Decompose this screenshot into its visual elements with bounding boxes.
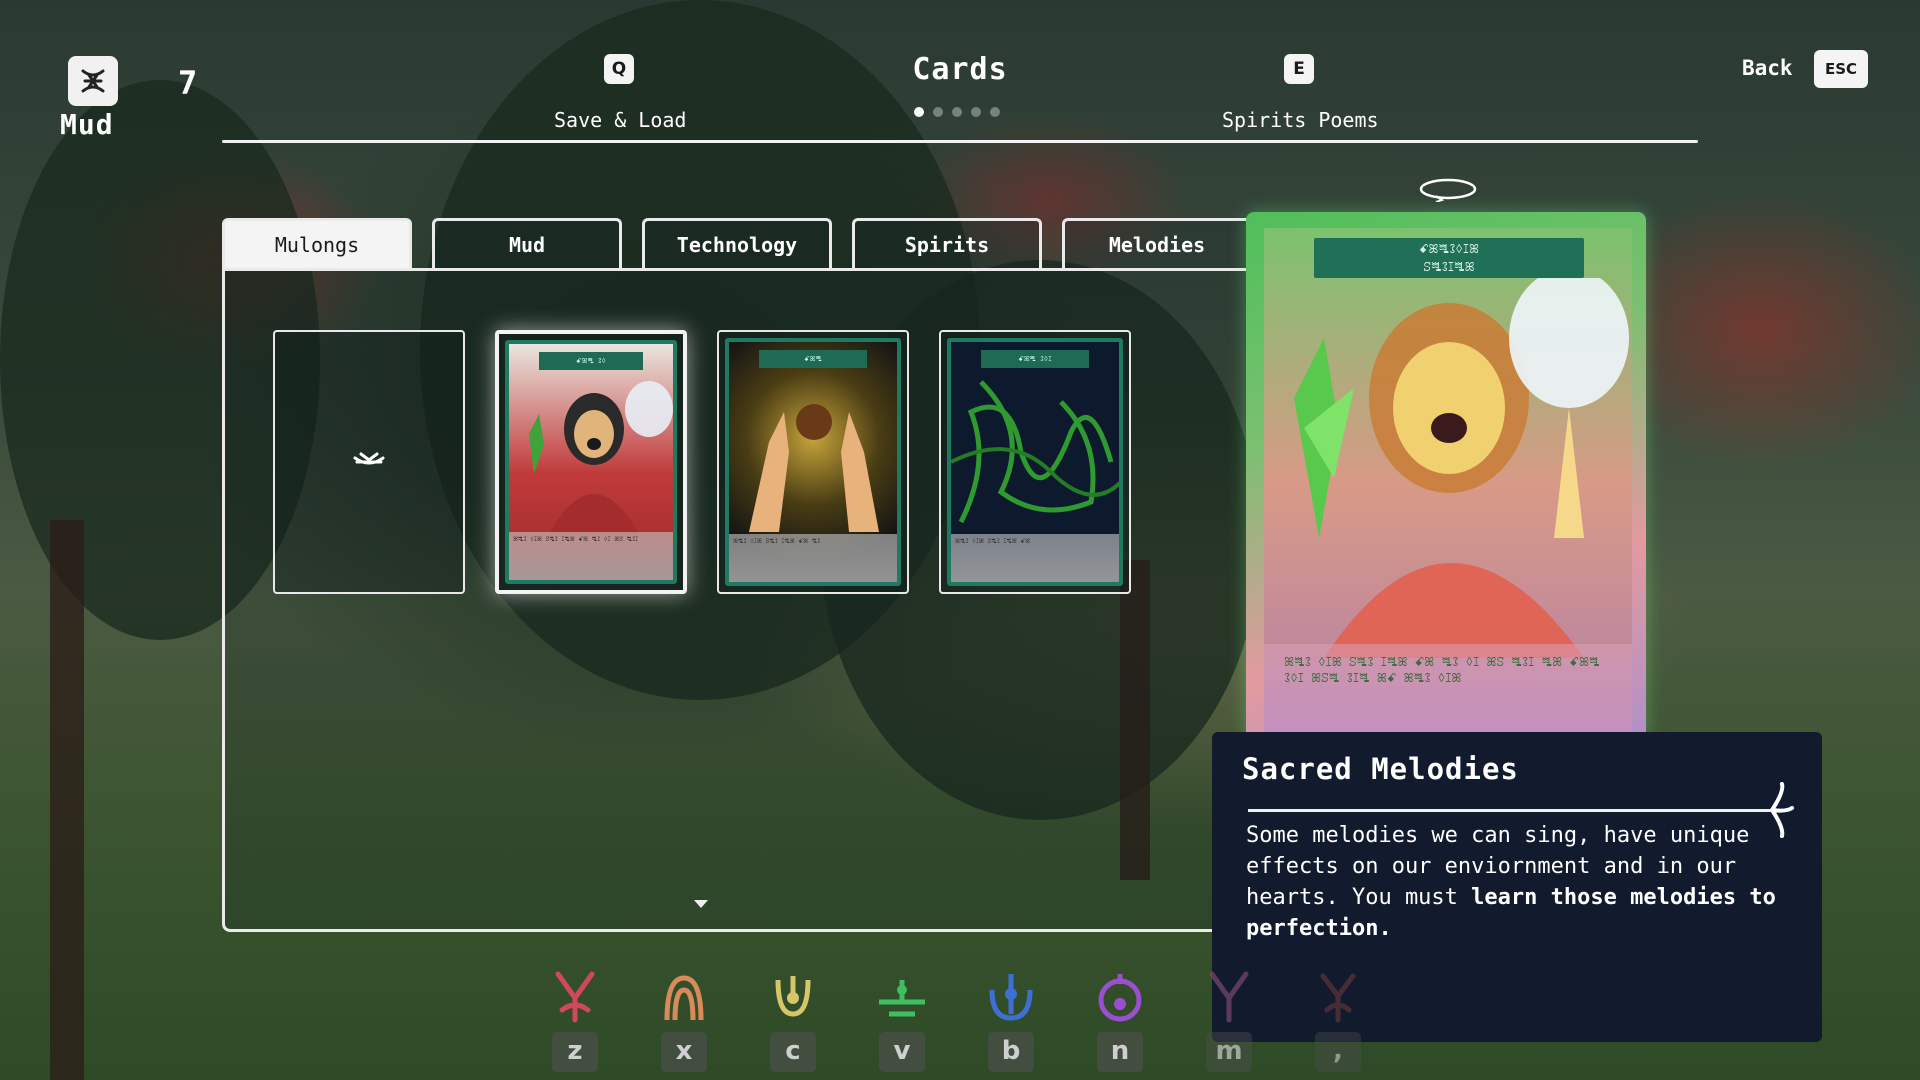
melody-m-icon bbox=[1209, 971, 1249, 1023]
card-rune-header: ꗃꕤꗀ ꕘꕺ bbox=[539, 352, 643, 370]
title-divider bbox=[1248, 809, 1788, 812]
page-dot bbox=[952, 107, 962, 117]
selected-card-preview: ꗃꕤꗀꕘꕺꕯꕤ ꕶꗀꕘꕯꗀꕤ ꕤꗀꕘ ꕺꕯꕤ ꕶꗀꕘ ꕯꗀꕤ ꗃꕤ ꗀꕘ ꕺꕯ ꕤ… bbox=[1246, 212, 1646, 740]
page-dot-active bbox=[914, 107, 924, 117]
mud-resource-label: Mud bbox=[60, 108, 114, 141]
key-e-badge[interactable]: E bbox=[1284, 54, 1314, 84]
page-title: Cards bbox=[912, 52, 1008, 87]
tab-spirits[interactable]: Spirits bbox=[852, 218, 1042, 268]
melody-b-icon bbox=[989, 974, 1033, 1021]
card-description: ꕤꗀꕘ ꕺꕯꕤ ꕶꗀꕘ ꕯꗀꕤ ꗃꕤ ꗀꕘ bbox=[729, 534, 897, 582]
rotate-card-icon[interactable] bbox=[1418, 176, 1478, 202]
tab-melodies[interactable]: Melodies bbox=[1062, 218, 1252, 268]
preview-rune-header: ꗃꕤꗀꕘꕺꕯꕤ ꕶꗀꕘꕯꗀꕤ bbox=[1314, 238, 1584, 278]
tab-mud[interactable]: Mud bbox=[432, 218, 622, 268]
mud-resource-count: 7 bbox=[178, 64, 198, 102]
card-description-panel: Sacred Melodies Some melodies we can sin… bbox=[1212, 732, 1822, 1042]
tab-technology[interactable]: Technology bbox=[642, 218, 832, 268]
card-rune-header: ꗃꕤꗀ ꕘꕺꕯ bbox=[981, 350, 1089, 368]
preview-rune-text: ꕤꗀꕘ ꕺꕯꕤ ꕶꗀꕘ ꕯꗀꕤ ꗃꕤ ꗀꕘ ꕺꕯ ꕤꕶ ꗀꕘꕯ ꗀꕤ ꗃꕤꗀ ꕘ… bbox=[1264, 644, 1632, 740]
hands-orb-illustration bbox=[749, 404, 879, 532]
hotkey-letter: c bbox=[770, 1032, 816, 1072]
card-art: ꗃꕤꗀ ꕘꕺ ꕤꗀꕘ ꕺꕯꕤ ꕶꗀꕘ ꕯꗀꕤ ꗃꕤ ꗀꕘ ꕺꕯ ꕤꕶ ꗀꕘꕯ bbox=[505, 340, 677, 584]
hotkey-letter: z bbox=[552, 1032, 598, 1072]
melody-c-icon bbox=[775, 976, 811, 1017]
hotkey-letter: m bbox=[1206, 1032, 1252, 1072]
page-dots bbox=[914, 107, 1000, 117]
card-description: ꕤꗀꕘ ꕺꕯꕤ ꕶꗀꕘ ꕯꗀꕤ ꗃꕤ ꗀꕘ ꕺꕯ ꕤꕶ ꗀꕘꕯ bbox=[509, 532, 673, 580]
card-description-text: Some melodies we can sing, have unique e… bbox=[1246, 820, 1806, 944]
card-slot-empty[interactable] bbox=[273, 330, 465, 594]
melody-hotkey-v[interactable]: v bbox=[877, 970, 927, 1072]
card-description: ꕤꗀꕘ ꕺꕯꕤ ꕶꗀꕘ ꕯꗀꕤ ꗃꕤ bbox=[951, 534, 1119, 582]
nav-spirits-poems[interactable]: Spirits Poems bbox=[1222, 108, 1379, 132]
page-dot bbox=[933, 107, 943, 117]
card-art: ꗃꕤꗀ ꕘꕺꕯ ꕤꗀꕘ ꕺꕯꕤ ꕶꗀꕘ ꕯꗀꕤ ꗃꕤ bbox=[947, 338, 1123, 586]
preview-singer-illustration bbox=[1294, 278, 1629, 658]
melody-n-icon bbox=[1098, 974, 1142, 1022]
card-singer[interactable]: ꗃꕤꗀ ꕘꕺ ꕤꗀꕘ ꕺꕯꕤ ꕶꗀꕘ ꕯꗀꕤ ꗃꕤ ꗀꕘ ꕺꕯ ꕤꕶ ꗀꕘꕯ bbox=[495, 330, 687, 594]
melody-v-icon bbox=[879, 980, 925, 1017]
card-rune-header: ꗃꕤꗀ bbox=[759, 350, 867, 368]
key-q-badge[interactable]: Q bbox=[604, 54, 634, 84]
melody-hotkey-comma[interactable]: , bbox=[1313, 970, 1363, 1072]
mud-resource-icon bbox=[68, 56, 118, 106]
singer-illustration bbox=[529, 381, 673, 534]
melody-comma-icon bbox=[1320, 973, 1356, 1023]
preview-art: ꗃꕤꗀꕘꕺꕯꕤ ꕶꗀꕘꕯꗀꕤ ꕤꗀꕘ ꕺꕯꕤ ꕶꗀꕘ ꕯꗀꕤ ꗃꕤ ꗀꕘ ꕺꕯ ꕤ… bbox=[1264, 228, 1632, 740]
melody-hotkey-n[interactable]: n bbox=[1095, 970, 1145, 1072]
melody-hotkey-m[interactable]: m bbox=[1204, 970, 1254, 1072]
tab-mulongs[interactable]: Mulongs bbox=[222, 218, 412, 268]
card-vines[interactable]: ꗃꕤꗀ ꕘꕺꕯ ꕤꗀꕘ ꕺꕯꕤ ꕶꗀꕘ ꕯꗀꕤ ꗃꕤ bbox=[939, 330, 1131, 594]
melody-hotkey-z[interactable]: z bbox=[550, 970, 600, 1072]
card-hands-orb[interactable]: ꗃꕤꗀ ꕤꗀꕘ ꕺꕯꕤ ꕶꗀꕘ ꕯꗀꕤ ꗃꕤ ꗀꕘ bbox=[717, 330, 909, 594]
melody-hotkey-c[interactable]: c bbox=[768, 970, 818, 1072]
hotkey-letter: v bbox=[879, 1032, 925, 1072]
scroll-down-icon[interactable] bbox=[690, 896, 712, 910]
card-title: Sacred Melodies bbox=[1242, 752, 1519, 786]
esc-key-badge[interactable]: ESC bbox=[1814, 50, 1868, 88]
hotkey-letter: x bbox=[661, 1032, 707, 1072]
hotkey-letter: n bbox=[1097, 1032, 1143, 1072]
melody-z-icon bbox=[555, 971, 595, 1023]
back-button-label[interactable]: Back bbox=[1742, 56, 1793, 80]
mud-glyph-icon bbox=[353, 452, 385, 465]
header-divider bbox=[222, 140, 1698, 143]
card-art: ꗃꕤꗀ ꕤꗀꕘ ꕺꕯꕤ ꕶꗀꕘ ꕯꗀꕤ ꗃꕤ ꗀꕘ bbox=[725, 338, 901, 586]
hotkey-letter: b bbox=[988, 1032, 1034, 1072]
page-dot bbox=[990, 107, 1000, 117]
nav-save-load[interactable]: Save & Load bbox=[554, 108, 686, 132]
page-dot bbox=[971, 107, 981, 117]
melody-hotkey-x[interactable]: x bbox=[659, 970, 709, 1072]
vines-illustration bbox=[951, 380, 1119, 524]
hotkey-letter: , bbox=[1315, 1032, 1361, 1072]
melody-hotkey-b[interactable]: b bbox=[986, 970, 1036, 1072]
background-trunk bbox=[50, 520, 84, 1080]
melody-x-icon bbox=[664, 975, 704, 1021]
